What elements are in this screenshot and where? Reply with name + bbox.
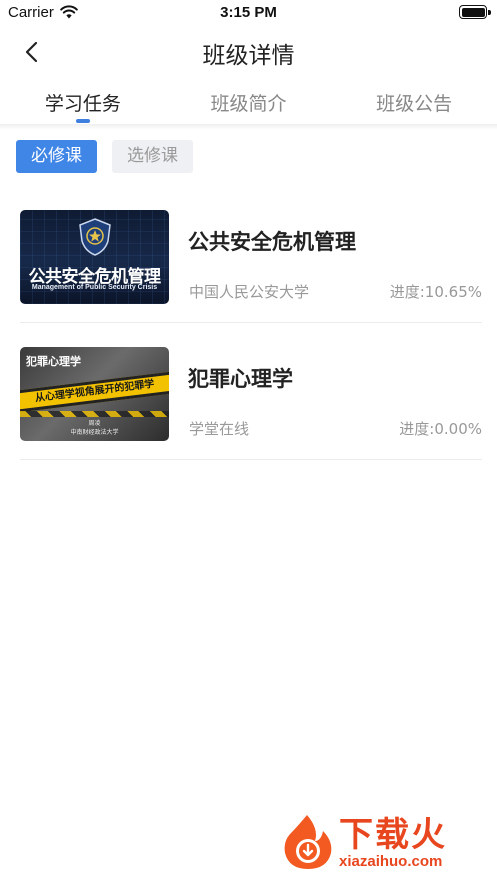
thumbnail-author-name: 周凌	[88, 420, 101, 427]
tab-learning-tasks[interactable]: 学习任务	[0, 80, 166, 126]
nav-bar: 班级详情	[0, 28, 497, 74]
course-item[interactable]: 犯罪心理学 从心理学视角展开的犯罪学 周凌 中南财经政法大学 犯罪心理学 学堂在…	[20, 342, 482, 460]
thumbnail-author: 周凌 中南财经政法大学	[20, 419, 169, 437]
course-source: 学堂在线	[189, 420, 250, 438]
course-source: 中国人民公安大学	[189, 283, 310, 301]
status-bar: Carrier 3:15 PM	[0, 0, 497, 26]
clock: 3:15 PM	[220, 4, 277, 21]
course-title: 公共安全危机管理	[188, 230, 356, 254]
elective-courses-button[interactable]: 选修课	[112, 140, 193, 173]
tab-label: 学习任务	[44, 93, 121, 115]
thumbnail-heading: 犯罪心理学	[26, 355, 81, 368]
course-progress: 进度:0.00%	[399, 420, 482, 438]
required-courses-button[interactable]: 必修课	[16, 140, 97, 173]
watermark: 下载火 xiazaihuo.com	[277, 807, 487, 877]
page-title: 班级详情	[202, 43, 295, 69]
flame-logo-icon	[284, 815, 332, 869]
caution-stripe	[20, 411, 169, 417]
police-emblem-icon	[79, 218, 111, 256]
battery-icon	[459, 5, 487, 19]
watermark-domain: xiazaihuo.com	[339, 853, 443, 870]
battery-nub	[488, 10, 491, 15]
course-thumbnail: 公共安全危机管理 Management of Public Security C…	[20, 210, 169, 304]
active-tab-indicator	[75, 119, 90, 123]
tab-label: 班级公告	[376, 93, 453, 115]
tab-class-intro[interactable]: 班级简介	[166, 80, 332, 126]
course-progress: 进度:10.65%	[389, 283, 482, 301]
tab-bar: 学习任务 班级简介 班级公告	[0, 80, 497, 126]
thumbnail-subtitle: Management of Public Security Crisis	[31, 284, 158, 291]
tab-class-announcements[interactable]: 班级公告	[331, 80, 497, 126]
watermark-brand: 下载火	[339, 815, 447, 855]
course-item[interactable]: 公共安全危机管理 Management of Public Security C…	[20, 205, 482, 323]
course-title: 犯罪心理学	[188, 367, 293, 391]
tabs-divider	[0, 124, 497, 130]
tab-label: 班级简介	[210, 93, 287, 115]
thumbnail-author-school: 中南财经政法大学	[70, 429, 119, 436]
course-thumbnail: 犯罪心理学 从心理学视角展开的犯罪学 周凌 中南财经政法大学	[20, 347, 169, 441]
